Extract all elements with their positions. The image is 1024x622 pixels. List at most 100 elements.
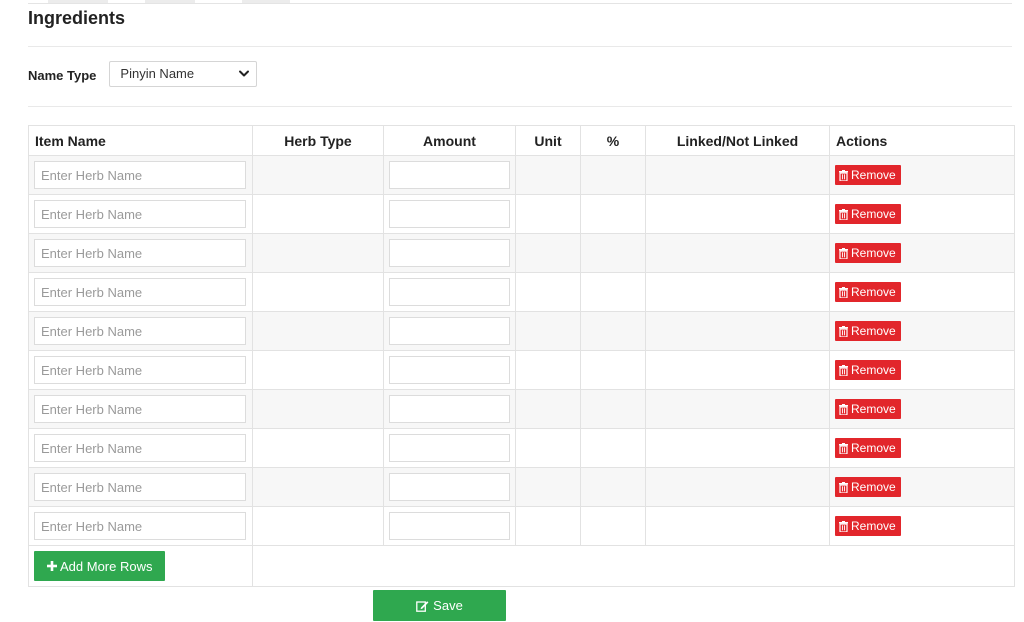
item-name-cell [28,155,253,195]
table-row: Remove [28,467,1015,507]
remove-label: Remove [851,519,896,533]
divider [28,46,1012,47]
herb-name-input[interactable] [34,473,246,501]
herb-name-input[interactable] [34,239,246,267]
trash-icon [839,208,848,220]
top-divider [28,3,1012,4]
unit-cell [515,428,581,468]
table-footer-row: Add More Rows [28,545,1015,587]
actions-cell: Remove [829,506,1015,546]
trash-icon [839,442,848,454]
item-name-cell [28,506,253,546]
actions-cell: Remove [829,311,1015,351]
unit-cell [515,155,581,195]
add-more-rows-button[interactable]: Add More Rows [34,551,166,581]
remove-label: Remove [851,285,896,299]
name-type-select[interactable]: Pinyin Name [109,61,258,87]
amount-cell [383,233,516,273]
amount-cell [383,194,516,234]
amount-input[interactable] [389,278,510,306]
remove-label: Remove [851,480,896,494]
actions-cell: Remove [829,350,1015,390]
herb-name-input[interactable] [34,317,246,345]
remove-button[interactable]: Remove [835,516,901,536]
remove-button[interactable]: Remove [835,282,901,302]
amount-cell [383,272,516,312]
herb-name-input[interactable] [34,512,246,540]
edit-icon [416,600,429,612]
item-name-cell [28,233,253,273]
herb-type-cell [252,311,384,351]
remove-button[interactable]: Remove [835,360,901,380]
amount-input[interactable] [389,512,510,540]
remove-button[interactable]: Remove [835,477,901,497]
amount-cell [383,311,516,351]
actions-cell: Remove [829,428,1015,468]
remove-button[interactable]: Remove [835,399,901,419]
amount-input[interactable] [389,434,510,462]
footer-empty-cell [252,545,1015,587]
linked-cell [645,194,830,234]
name-type-row: Name Type Pinyin Name [28,60,258,88]
item-name-cell [28,428,253,468]
amount-cell [383,155,516,195]
percent-cell [580,272,646,312]
save-label: Save [433,598,463,613]
item-name-cell [28,389,253,429]
column-header-item-name: Item Name [28,125,253,156]
amount-cell [383,428,516,468]
linked-cell [645,389,830,429]
amount-input[interactable] [389,239,510,267]
linked-cell [645,428,830,468]
table-row: Remove [28,428,1015,468]
herb-name-input[interactable] [34,356,246,384]
remove-label: Remove [851,246,896,260]
amount-input[interactable] [389,317,510,345]
remove-button[interactable]: Remove [835,321,901,341]
unit-cell [515,272,581,312]
remove-button[interactable]: Remove [835,438,901,458]
column-header-herb-type: Herb Type [252,125,384,156]
trash-icon [839,520,848,532]
actions-cell: Remove [829,272,1015,312]
remove-button[interactable]: Remove [835,204,901,224]
unit-cell [515,389,581,429]
table-row: Remove [28,272,1015,312]
amount-input[interactable] [389,200,510,228]
linked-cell [645,272,830,312]
trash-icon [839,364,848,376]
herb-name-input[interactable] [34,161,246,189]
amount-cell [383,350,516,390]
table-row: Remove [28,155,1015,195]
percent-cell [580,506,646,546]
percent-cell [580,194,646,234]
unit-cell [515,194,581,234]
actions-cell: Remove [829,389,1015,429]
add-more-rows-label: Add More Rows [60,558,153,574]
add-rows-cell: Add More Rows [28,545,253,587]
trash-icon [839,325,848,337]
trash-icon [839,247,848,259]
amount-cell [383,467,516,507]
column-header-unit: Unit [515,125,581,156]
plus-icon [47,561,57,571]
remove-button[interactable]: Remove [835,243,901,263]
amount-input[interactable] [389,395,510,423]
remove-button[interactable]: Remove [835,165,901,185]
percent-cell [580,311,646,351]
amount-input[interactable] [389,473,510,501]
herb-name-input[interactable] [34,434,246,462]
herb-name-input[interactable] [34,200,246,228]
save-button[interactable]: Save [373,590,506,621]
percent-cell [580,428,646,468]
actions-cell: Remove [829,155,1015,195]
amount-input[interactable] [389,161,510,189]
herb-name-input[interactable] [34,278,246,306]
percent-cell [580,467,646,507]
divider [28,106,1012,107]
name-type-label: Name Type [28,68,97,83]
herb-type-cell [252,389,384,429]
chevron-down-icon [239,70,250,77]
amount-input[interactable] [389,356,510,384]
herb-name-input[interactable] [34,395,246,423]
